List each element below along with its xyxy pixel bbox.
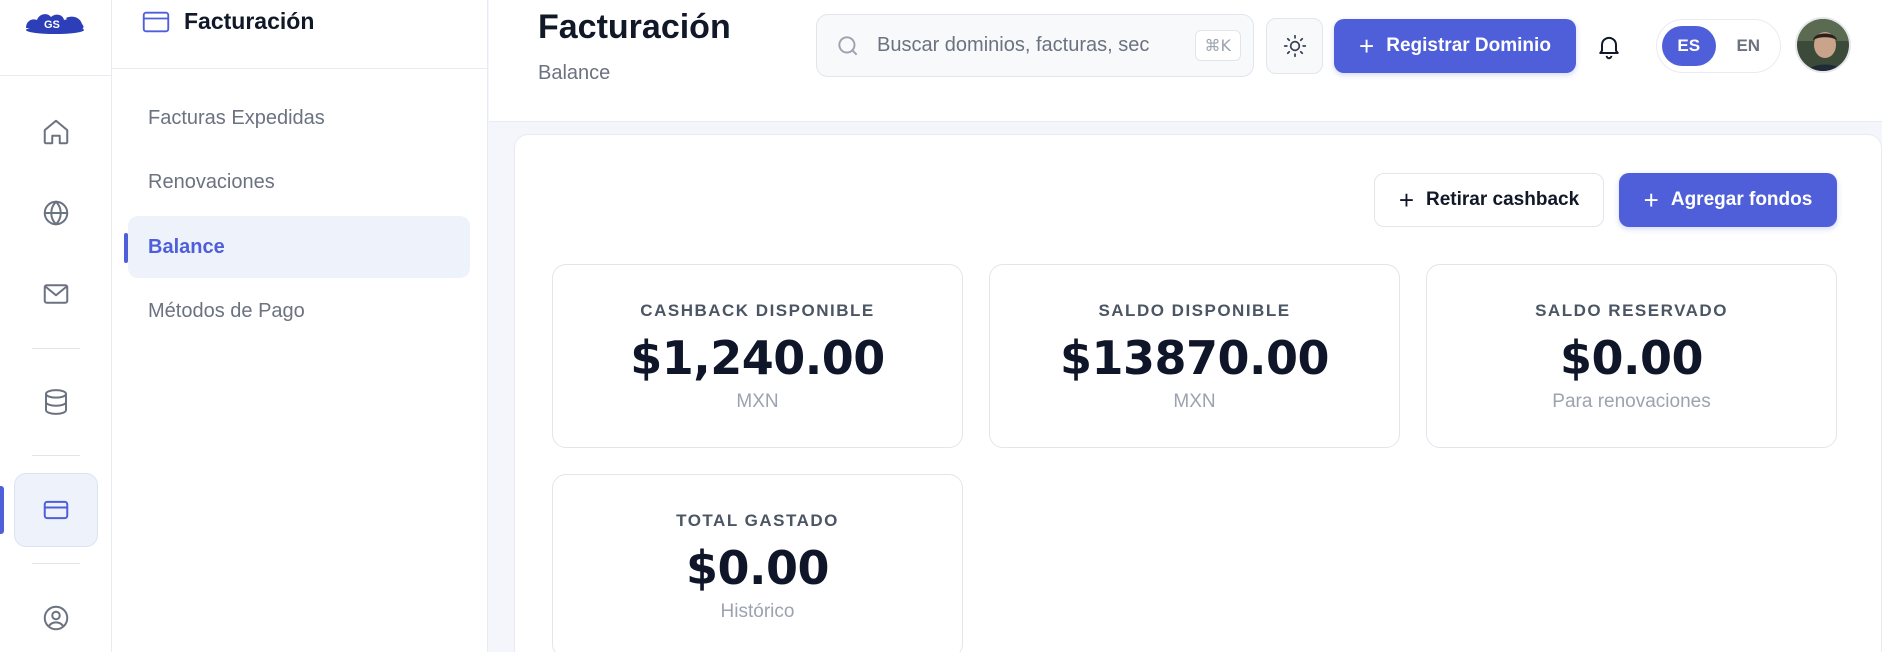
notifications-button[interactable] [1591, 28, 1627, 64]
avatar-photo [1797, 19, 1849, 71]
home-icon [43, 119, 69, 145]
stat-caption: MXN [736, 391, 779, 412]
stat-label: CASHBACK DISPONIBLE [640, 301, 875, 320]
stat-value: $0.00 [1559, 331, 1704, 385]
stat-value: $0.00 [685, 541, 830, 595]
search-input[interactable] [877, 34, 1195, 57]
bell-icon [1599, 36, 1619, 60]
stat-caption: Para renovaciones [1552, 391, 1711, 412]
rail-item-domains[interactable] [14, 176, 98, 250]
balance-panel: + Retirar cashback + Agregar fondos CASH… [514, 134, 1882, 652]
credit-card-icon [43, 500, 69, 520]
sidebar-item-balance[interactable]: Balance [128, 216, 470, 278]
plus-icon: + [1398, 185, 1415, 215]
rail-item-home[interactable] [14, 95, 98, 169]
rail-active-indicator [0, 486, 4, 534]
stat-caption: Histórico [720, 601, 795, 622]
language-option-es[interactable]: ES [1662, 26, 1716, 66]
plus-icon: + [1643, 185, 1659, 215]
stat-label: SALDO RESERVADO [1535, 301, 1728, 320]
sidebar-header: Facturación [112, 0, 488, 69]
stat-label: SALDO DISPONIBLE [1098, 301, 1291, 320]
globe-icon [43, 200, 69, 226]
plus-icon: + [1359, 31, 1375, 61]
rail-divider [32, 455, 80, 456]
withdraw-cashback-label: Retirar cashback [1426, 189, 1580, 210]
database-icon [45, 389, 67, 415]
sidebar-item-metodos-de-pago[interactable]: Métodos de Pago [128, 280, 470, 342]
brand-logo-icon[interactable]: GS [22, 6, 88, 36]
stat-value: $1,240.00 [630, 331, 885, 385]
mail-icon [43, 284, 69, 304]
stat-card-total-spent: TOTAL GASTADO $0.00 Histórico [552, 474, 963, 652]
add-funds-label: Agregar fondos [1670, 189, 1813, 210]
stat-card-cashback: CASHBACK DISPONIBLE $1,240.00 MXN [552, 264, 963, 448]
rail-divider [32, 563, 80, 564]
sidebar-item-renovaciones[interactable]: Renovaciones [128, 151, 470, 213]
stat-label: TOTAL GASTADO [676, 511, 839, 530]
rail-top-divider [0, 75, 112, 76]
theme-toggle-button[interactable] [1266, 18, 1323, 74]
page-title: Facturación [538, 8, 731, 46]
sun-icon [1283, 34, 1306, 58]
stat-card-reserved-balance: SALDO RESERVADO $0.00 Para renovaciones [1426, 264, 1837, 448]
svg-text:GS: GS [44, 19, 60, 31]
rail-item-email[interactable] [14, 257, 98, 331]
billing-sidebar: Facturación Facturas Expedidas Renovacio… [112, 0, 488, 652]
sidebar-item-facturas-expedidas[interactable]: Facturas Expedidas [128, 87, 470, 149]
user-avatar[interactable] [1795, 17, 1851, 73]
rail-item-account[interactable] [14, 581, 98, 652]
credit-card-icon [142, 11, 170, 33]
withdraw-cashback-button[interactable]: + Retirar cashback [1374, 173, 1604, 227]
user-circle-icon [43, 605, 69, 631]
language-switcher: ES EN [1656, 19, 1781, 73]
search-shortcut-badge: ⌘K [1194, 30, 1241, 61]
register-domain-button[interactable]: + Registrar Dominio [1334, 19, 1576, 73]
page-header: Facturación Balance ⌘K + Registrar Domin… [489, 0, 1882, 122]
rail-item-hosting[interactable] [14, 365, 98, 439]
stat-caption: MXN [1173, 391, 1216, 412]
add-funds-button[interactable]: + Agregar fondos [1619, 173, 1837, 227]
sidebar-title: Facturación [184, 8, 315, 34]
search-box[interactable]: ⌘K [816, 14, 1254, 77]
register-domain-label: Registrar Dominio [1386, 35, 1551, 56]
rail-item-billing[interactable] [14, 473, 98, 547]
rail-divider [32, 348, 80, 349]
search-icon [838, 35, 858, 55]
stat-card-available-balance: SALDO DISPONIBLE $13870.00 MXN [989, 264, 1400, 448]
stat-value: $13870.00 [1059, 331, 1330, 385]
page-subtitle: Balance [538, 62, 611, 84]
icon-rail: GS [0, 0, 112, 652]
language-option-en[interactable]: EN [1722, 26, 1776, 66]
